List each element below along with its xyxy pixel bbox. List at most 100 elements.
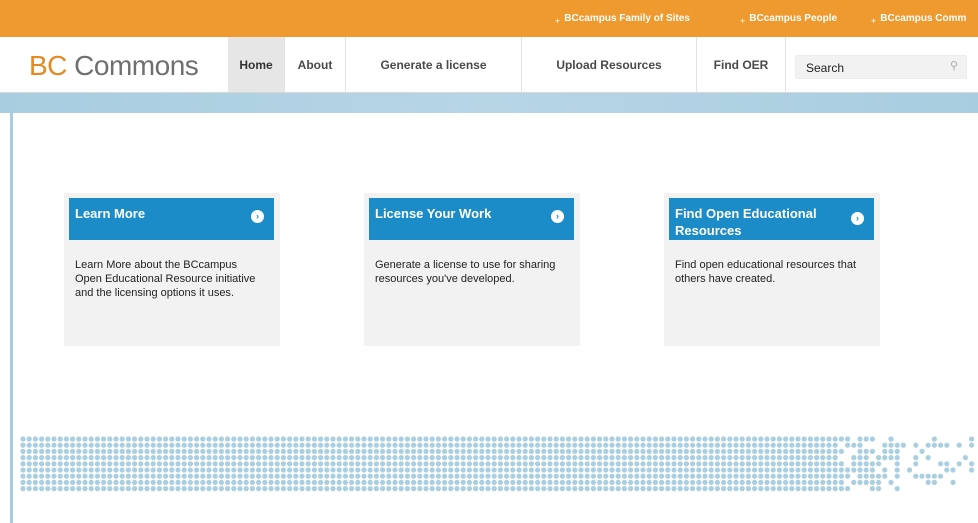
nav-upload-resources[interactable]: Upload Resources <box>522 37 697 92</box>
pattern-dot <box>683 461 690 467</box>
pattern-dot <box>187 473 193 479</box>
pattern-dot <box>175 479 181 485</box>
pattern-dot <box>349 467 355 473</box>
pattern-dot <box>931 479 938 485</box>
pattern-dot <box>367 486 373 492</box>
pattern-dot <box>683 455 690 461</box>
pattern-dot <box>57 436 63 442</box>
pattern-dot <box>795 448 801 454</box>
pattern-dot <box>194 479 200 485</box>
pattern-dot <box>163 486 169 492</box>
pattern-dot <box>758 467 764 473</box>
nav-about[interactable]: About <box>285 37 346 92</box>
pattern-dot <box>200 436 206 442</box>
pattern-dot <box>88 436 94 442</box>
pattern-dot <box>448 486 454 492</box>
pattern-dot <box>739 455 745 461</box>
pattern-dot <box>838 461 845 467</box>
pattern-dot <box>628 467 634 473</box>
pattern-dot <box>163 442 169 448</box>
pattern-dot <box>57 461 63 467</box>
pattern-dot <box>826 436 832 442</box>
nav-generate-license[interactable]: Generate a license <box>346 37 522 92</box>
pattern-dot <box>764 461 770 467</box>
pattern-dot <box>733 455 739 461</box>
pattern-dot <box>169 467 175 473</box>
pattern-dot <box>324 436 330 442</box>
pattern-dot <box>429 455 435 461</box>
pattern-dot <box>187 448 193 454</box>
pattern-dot <box>194 448 200 454</box>
card-find-oer-header[interactable]: Find Open Educational Resources › <box>669 198 874 240</box>
pattern-dot <box>26 486 32 492</box>
pattern-dot <box>466 467 472 473</box>
pattern-dot <box>119 442 125 448</box>
pattern-dot <box>783 486 789 492</box>
pattern-dot <box>590 486 597 492</box>
pattern-dot <box>510 479 516 485</box>
pattern-dot <box>628 448 634 454</box>
pattern-dot <box>888 455 894 461</box>
pattern-dot <box>200 479 206 485</box>
pattern-dot <box>404 436 410 442</box>
family-of-sites-link[interactable]: + BCcampus Family of Sites <box>555 13 690 26</box>
pattern-dot <box>57 479 63 485</box>
pattern-dot <box>876 461 882 467</box>
pattern-dot <box>39 436 45 442</box>
pattern-dot <box>559 479 566 485</box>
pattern-dot <box>380 461 386 467</box>
site-logo[interactable]: BC Commons <box>29 50 199 82</box>
pattern-dot <box>640 436 646 442</box>
card-learn-more-header[interactable]: Learn More › <box>69 198 274 240</box>
pattern-dot <box>721 461 727 467</box>
community-link[interactable]: + BCcampus Comm <box>871 13 966 26</box>
pattern-dot <box>460 479 466 485</box>
pattern-dot <box>411 467 417 473</box>
chevron-right-icon[interactable]: › <box>551 210 564 223</box>
pattern-dot <box>268 448 274 454</box>
pattern-dot <box>572 486 578 492</box>
pattern-dot <box>237 448 243 454</box>
pattern-dot <box>733 436 739 442</box>
pattern-dot <box>807 479 814 485</box>
pattern-dot <box>63 486 69 492</box>
pattern-dot <box>380 467 386 473</box>
pattern-dot <box>801 455 807 461</box>
nav-find-oer[interactable]: Find OER <box>697 37 786 92</box>
pattern-dot <box>553 442 559 448</box>
pattern-dot <box>845 436 851 442</box>
chevron-right-icon[interactable]: › <box>851 212 864 225</box>
pattern-dot <box>628 455 634 461</box>
pattern-dot <box>807 467 814 473</box>
pattern-dot <box>504 455 510 461</box>
pattern-dot <box>206 436 212 442</box>
nav-home[interactable]: Home <box>228 37 285 92</box>
card-license-header[interactable]: License Your Work › <box>369 198 574 240</box>
pattern-dot <box>863 455 869 461</box>
pattern-dot <box>652 436 659 442</box>
pattern-dot <box>20 442 26 448</box>
pattern-dot <box>311 461 317 467</box>
pattern-dot <box>330 467 336 473</box>
pattern-dot <box>485 448 491 454</box>
pattern-dot <box>138 436 144 442</box>
pattern-dot <box>299 486 305 492</box>
pattern-dot <box>479 436 485 442</box>
pattern-dot <box>504 486 510 492</box>
people-link[interactable]: + BCcampus People <box>740 13 837 26</box>
pattern-dot <box>764 442 770 448</box>
search-input[interactable]: Search ⚲ <box>795 55 967 79</box>
pattern-dot <box>305 448 311 454</box>
pattern-dot <box>94 436 100 442</box>
pattern-dot <box>181 479 187 485</box>
pattern-dot <box>373 455 379 461</box>
pattern-dot <box>783 442 789 448</box>
pattern-dot <box>305 486 311 492</box>
chevron-right-icon[interactable]: › <box>251 210 264 223</box>
pattern-dot <box>770 455 776 461</box>
pattern-dot <box>535 486 541 492</box>
pattern-dot <box>336 442 342 448</box>
search-icon[interactable]: ⚲ <box>950 59 958 72</box>
pattern-dot <box>950 467 956 473</box>
pattern-dot <box>646 467 652 473</box>
